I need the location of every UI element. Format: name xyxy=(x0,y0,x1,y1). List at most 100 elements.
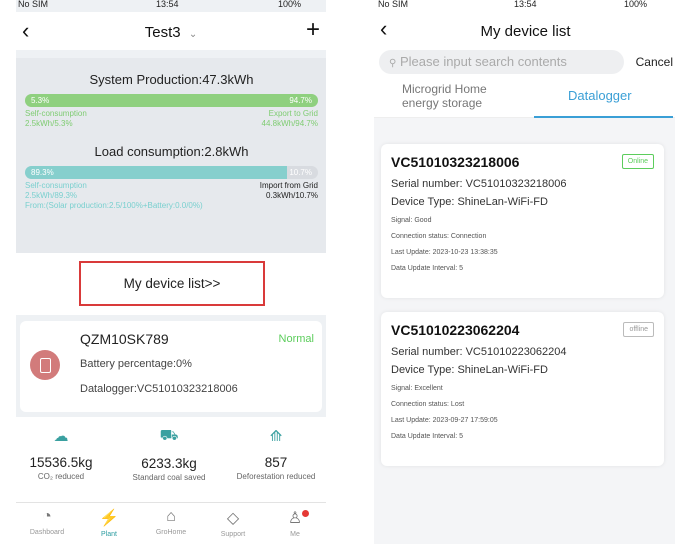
production-left-value: 2.5kWh/5.3% xyxy=(25,119,73,128)
tab-label: Plant xyxy=(101,531,117,538)
device-card-wrapper: QZM10SK789 Normal Battery percentage:0% … xyxy=(16,315,326,412)
load-right-value: 0.3kWh/10.7% xyxy=(265,191,318,200)
stat-label: Standard coal saved xyxy=(132,473,206,482)
load-source: From:(Solar production:2.5/100%+Battery:… xyxy=(25,201,203,210)
stat-coal: ⛟ 6233.3kg Standard coal saved xyxy=(114,427,224,482)
device-type: Device Type: ShineLan-WiFi-FD xyxy=(391,364,548,376)
active-tab-underline xyxy=(534,116,673,118)
update-interval: Data Update Interval: 5 xyxy=(391,433,463,440)
tab-datalogger[interactable]: Datalogger xyxy=(568,88,632,103)
stat-trees: ⟰ 857 Deforestation reduced xyxy=(226,427,326,481)
load-right-label: Import from Grid xyxy=(259,181,318,190)
connection-status: Connection status: Lost xyxy=(391,401,465,408)
last-update: Last Update: 2023-09-27 17:59:05 xyxy=(391,417,498,424)
tab-me[interactable]: ♙ Me xyxy=(264,508,326,538)
time-label: 13:54 xyxy=(156,0,179,9)
user-icon: ♙ xyxy=(287,510,303,527)
battery-device-icon xyxy=(30,350,60,380)
tab-grohome[interactable]: ⌂ GroHome xyxy=(140,508,202,536)
signal: Signal: Excellent xyxy=(391,385,443,392)
production-right-label: Export to Grid xyxy=(268,109,318,118)
carrier-label: No SIM xyxy=(18,0,49,9)
cloud-icon: ☁ xyxy=(53,428,69,445)
device-list-screen: No SIM 13:54 100% ‹ My device list ⚲ Ple… xyxy=(374,0,675,544)
tab-label: Me xyxy=(290,531,300,538)
category-tabs: Microgrid Home energy storage Datalogger xyxy=(374,78,675,118)
production-bar-left: 5.3% xyxy=(31,96,50,105)
search-input[interactable]: ⚲ Please input search contents xyxy=(379,50,624,74)
support-icon: ◇ xyxy=(226,510,240,527)
device-status: Normal xyxy=(278,333,314,345)
my-device-list-link[interactable]: My device list>> xyxy=(79,261,265,306)
last-update: Last Update: 2023-10-23 13:38:35 xyxy=(391,249,498,256)
production-right-value: 44.8kWh/94.7% xyxy=(261,119,318,128)
battery-label: 100% xyxy=(278,0,302,9)
load-bar: 89.3% 10.7% xyxy=(25,166,318,179)
stat-co2: ☁ 15536.5kg CO₂ reduced xyxy=(16,427,106,481)
cancel-button[interactable]: Cancel xyxy=(636,55,673,69)
production-title: System Production:47.3kWh xyxy=(89,72,254,87)
device-card[interactable]: QZM10SK789 Normal Battery percentage:0% … xyxy=(20,321,322,412)
stat-value: 6233.3kg xyxy=(141,456,197,471)
production-left-label: Self-consumption xyxy=(25,109,87,118)
connection-status: Connection status: Connection xyxy=(391,233,487,240)
battery-label: 100% xyxy=(624,0,648,9)
stat-value: 857 xyxy=(264,455,288,470)
status-bar: No SIM 13:54 100% xyxy=(374,0,675,12)
energy-summary: System Production:47.3kWh 5.3% 94.7% Sel… xyxy=(16,58,326,253)
update-interval: Data Update Interval: 5 xyxy=(391,265,463,272)
home-icon: ⌂ xyxy=(166,508,176,525)
tab-bar: ◔ Dashboard ⚡ Plant ⌂ GroHome ◇ Support … xyxy=(16,502,326,544)
notification-dot xyxy=(302,510,309,517)
status-bar: No SIM 13:54 100% xyxy=(16,0,326,12)
production-bar-right: 94.7% xyxy=(289,96,312,105)
signal: Signal: Good xyxy=(391,217,432,224)
search-row: ⚲ Please input search contents Cancel xyxy=(374,48,675,78)
tab-plant[interactable]: ⚡ Plant xyxy=(78,508,140,538)
load-left-value: 2.5kWh/89.3% xyxy=(25,191,78,200)
plant-icon: ⚡ xyxy=(99,510,119,527)
tab-label: GroHome xyxy=(155,529,187,536)
load-title: Load consumption:2.8kWh xyxy=(94,144,249,159)
time-label: 13:54 xyxy=(514,0,537,9)
device-card[interactable]: VC51010223062204 offline Serial number: … xyxy=(381,312,664,466)
chevron-down-icon: ⌄ xyxy=(188,29,198,40)
dashboard-icon: ◔ xyxy=(42,508,52,525)
load-left-label: Self-consumption xyxy=(25,181,87,190)
stat-value: 15536.5kg xyxy=(29,455,93,470)
plant-screen: No SIM 13:54 100% ‹ Test3 ⌄ + System Pro… xyxy=(16,0,326,544)
nav-bar: ‹ My device list xyxy=(374,12,675,48)
nav-bar: ‹ Test3 ⌄ + xyxy=(16,12,326,50)
load-bar-left: 89.3% xyxy=(31,168,54,177)
device-card[interactable]: VC51010323218006 Online Serial number: V… xyxy=(381,144,664,298)
carrier-label: No SIM xyxy=(378,0,409,9)
stat-label: CO₂ reduced xyxy=(37,472,85,481)
plant-selector[interactable]: Test3 ⌄ xyxy=(16,24,326,41)
device-datalogger: Datalogger:VC51010323218006 xyxy=(80,383,238,395)
device-type: Device Type: ShineLan-WiFi-FD xyxy=(391,196,548,208)
device-id: VC51010323218006 xyxy=(391,154,520,170)
production-export-segment xyxy=(40,94,318,107)
tab-dashboard[interactable]: ◔ Dashboard xyxy=(16,508,78,536)
status-badge: Online xyxy=(621,154,654,169)
tab-microgrid[interactable]: Microgrid Home energy storage xyxy=(402,82,522,110)
environment-stats: ☁ 15536.5kg CO₂ reduced ⛟ 6233.3kg Stand… xyxy=(16,417,326,503)
serial-number: Serial number: VC51010223062204 xyxy=(391,346,567,358)
plant-title: Test3 xyxy=(144,24,181,41)
add-icon[interactable]: + xyxy=(306,16,320,44)
device-id: VC51010223062204 xyxy=(391,322,520,338)
serial-number: Serial number: VC51010323218006 xyxy=(391,178,567,190)
search-icon: ⚲ xyxy=(389,58,397,69)
search-placeholder: Please input search contents xyxy=(399,54,567,69)
load-bar-right: 10.7% xyxy=(289,168,312,177)
tab-label: Dashboard xyxy=(29,529,65,536)
battery-percentage: Battery percentage:0% xyxy=(80,358,192,370)
tree-icon: ⟰ xyxy=(269,428,283,445)
stat-label: Deforestation reduced xyxy=(236,472,316,481)
tab-label: Support xyxy=(220,531,246,538)
page-title: My device list xyxy=(480,23,571,40)
cart-icon: ⛟ xyxy=(159,427,179,444)
device-list-section: My device list>> xyxy=(16,253,326,315)
load-self-segment xyxy=(25,166,287,179)
tab-support[interactable]: ◇ Support xyxy=(202,508,264,538)
